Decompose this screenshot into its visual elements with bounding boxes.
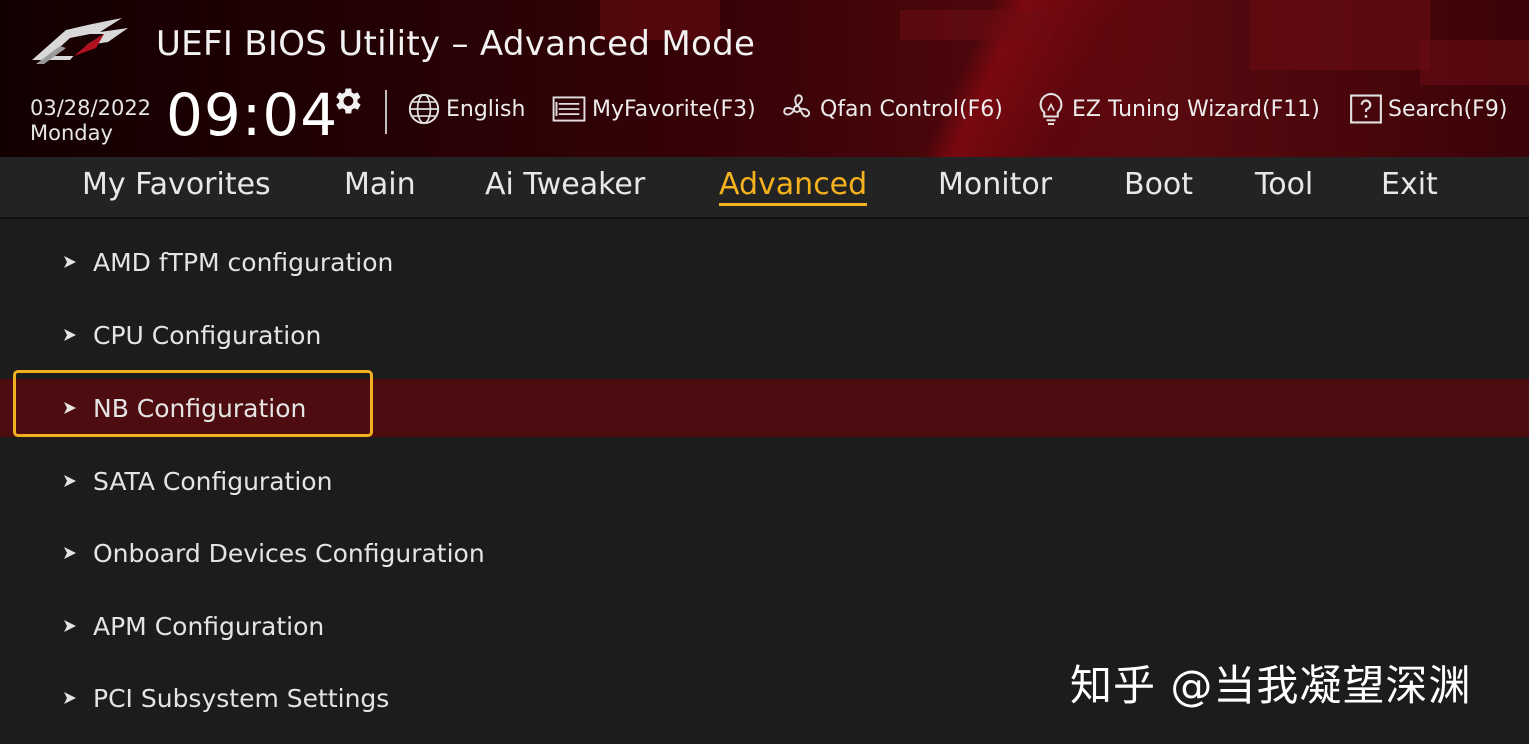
- chevron-right-icon: [64, 402, 76, 414]
- page-title: UEFI BIOS Utility – Advanced Mode: [156, 24, 756, 64]
- menu-item-label: Onboard Devices Configuration: [93, 538, 485, 568]
- tab-my-favorites[interactable]: My Favorites: [82, 167, 271, 202]
- clock-display: 09:04: [166, 81, 339, 149]
- header-decoration: [900, 10, 1050, 40]
- main-tab-bar: My Favorites Main Ai Tweaker Advanced Mo…: [0, 157, 1529, 219]
- menu-item-apm-configuration[interactable]: APM Configuration: [0, 597, 1529, 655]
- myfavorite-label: MyFavorite(F3): [592, 96, 756, 122]
- toolbar-divider: [385, 90, 387, 134]
- menu-item-amd-ftpm[interactable]: AMD fTPM configuration: [0, 233, 1529, 291]
- qfan-label: Qfan Control(F6): [820, 96, 1003, 122]
- menu-item-label: PCI Subsystem Settings: [93, 683, 390, 713]
- tab-tool[interactable]: Tool: [1255, 167, 1313, 202]
- menu-item-label: AMD fTPM configuration: [93, 247, 394, 277]
- tab-boot[interactable]: Boot: [1124, 167, 1193, 202]
- search-button[interactable]: Search(F9): [1349, 92, 1507, 126]
- date-text: 03/28/2022: [30, 96, 152, 120]
- chevron-right-icon: [64, 475, 76, 487]
- favorite-list-icon: [552, 96, 586, 122]
- menu-item-cpu-configuration[interactable]: CPU Configuration: [0, 306, 1529, 364]
- gear-icon[interactable]: [330, 84, 364, 118]
- chevron-right-icon: [64, 692, 76, 704]
- ez-tuning-label: EZ Tuning Wizard(F11): [1072, 96, 1320, 122]
- chevron-right-icon: [64, 256, 76, 268]
- tab-advanced[interactable]: Advanced: [719, 167, 868, 206]
- language-label: English: [446, 96, 526, 122]
- header-decoration: [1420, 40, 1529, 85]
- watermark-text: 知乎 @当我凝望深渊: [1070, 661, 1472, 710]
- menu-item-label: CPU Configuration: [93, 320, 322, 350]
- menu-item-onboard-devices[interactable]: Onboard Devices Configuration: [0, 524, 1529, 582]
- chevron-right-icon: [64, 329, 76, 341]
- header-bar: UEFI BIOS Utility – Advanced Mode 03/28/…: [0, 0, 1529, 157]
- menu-item-label: APM Configuration: [93, 611, 325, 641]
- fan-icon: [783, 94, 811, 118]
- question-box-icon: [1350, 94, 1382, 124]
- rog-eye-logo: [32, 18, 128, 64]
- menu-item-label: SATA Configuration: [93, 466, 333, 496]
- date-display: 03/28/2022 Monday: [30, 96, 151, 146]
- header-decoration: [1250, 0, 1430, 70]
- weekday-text: Monday: [30, 121, 113, 145]
- chevron-right-icon: [64, 620, 76, 632]
- chevron-right-icon: [64, 547, 76, 559]
- menu-item-label: NB Configuration: [93, 393, 307, 423]
- globe-icon: [408, 93, 440, 125]
- qfan-control-button[interactable]: Qfan Control(F6): [779, 92, 1003, 126]
- tab-ai-tweaker[interactable]: Ai Tweaker: [485, 167, 645, 202]
- menu-item-sata-configuration[interactable]: SATA Configuration: [0, 452, 1529, 510]
- menu-item-nb-configuration[interactable]: NB Configuration: [0, 379, 1529, 437]
- lightbulb-icon: [1039, 92, 1063, 126]
- language-button[interactable]: English: [407, 92, 525, 126]
- tab-monitor[interactable]: Monitor: [938, 167, 1052, 202]
- tab-main[interactable]: Main: [344, 167, 416, 202]
- ez-tuning-wizard-button[interactable]: EZ Tuning Wizard(F11): [1035, 92, 1320, 126]
- search-label: Search(F9): [1388, 96, 1508, 122]
- myfavorite-button[interactable]: MyFavorite(F3): [551, 92, 756, 126]
- tab-exit[interactable]: Exit: [1381, 167, 1438, 202]
